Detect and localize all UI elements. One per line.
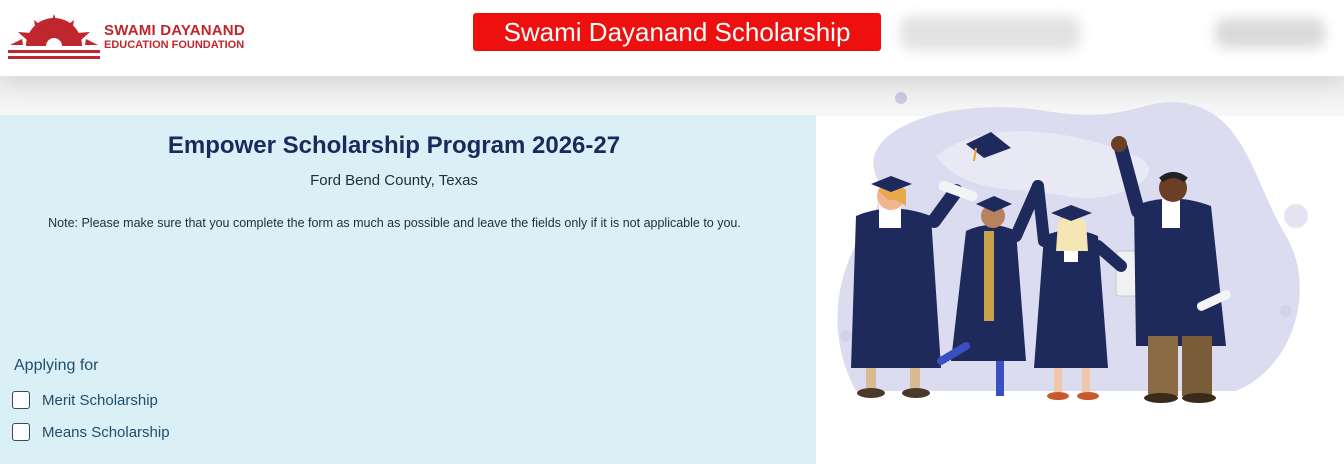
- form-note: Note: Please make sure that you complete…: [48, 216, 741, 230]
- graduates-illustration: [816, 86, 1344, 416]
- blurred-nav-button: [1215, 18, 1325, 48]
- logo-line-2: EDUCATION FOUNDATION: [104, 39, 245, 51]
- decor-dot: [1284, 204, 1308, 228]
- site-header: SWAMI DAYANAND EDUCATION FOUNDATION Swam…: [0, 0, 1344, 76]
- merit-scholarship-option[interactable]: Merit Scholarship: [12, 391, 158, 409]
- merit-scholarship-checkbox[interactable]: [12, 391, 30, 409]
- form-title: Empower Scholarship Program 2026-27: [167, 132, 621, 159]
- decor-dot: [840, 330, 852, 342]
- page-title-badge: Swami Dayanand Scholarship: [473, 13, 881, 51]
- means-scholarship-checkbox[interactable]: [12, 423, 30, 441]
- graduates-illustration-svg: [837, 92, 1308, 403]
- form-subtitle: Ford Bend County, Texas: [310, 172, 478, 189]
- applying-for-label: Applying for: [14, 357, 99, 374]
- rising-sun-logo-icon: [8, 14, 100, 59]
- form-panel: Empower Scholarship Program 2026-27 Ford…: [0, 115, 816, 464]
- foundation-logo[interactable]: SWAMI DAYANAND EDUCATION FOUNDATION: [6, 10, 266, 64]
- blurred-nav-area: [900, 16, 1080, 50]
- decor-dot: [1280, 305, 1292, 317]
- logo-line-1: SWAMI DAYANAND: [104, 22, 245, 39]
- logo-wordmark: SWAMI DAYANAND EDUCATION FOUNDATION: [104, 23, 245, 51]
- means-scholarship-option[interactable]: Means Scholarship: [12, 423, 170, 441]
- merit-scholarship-label[interactable]: Merit Scholarship: [42, 392, 158, 409]
- means-scholarship-label[interactable]: Means Scholarship: [42, 424, 170, 441]
- decor-dot: [895, 92, 907, 104]
